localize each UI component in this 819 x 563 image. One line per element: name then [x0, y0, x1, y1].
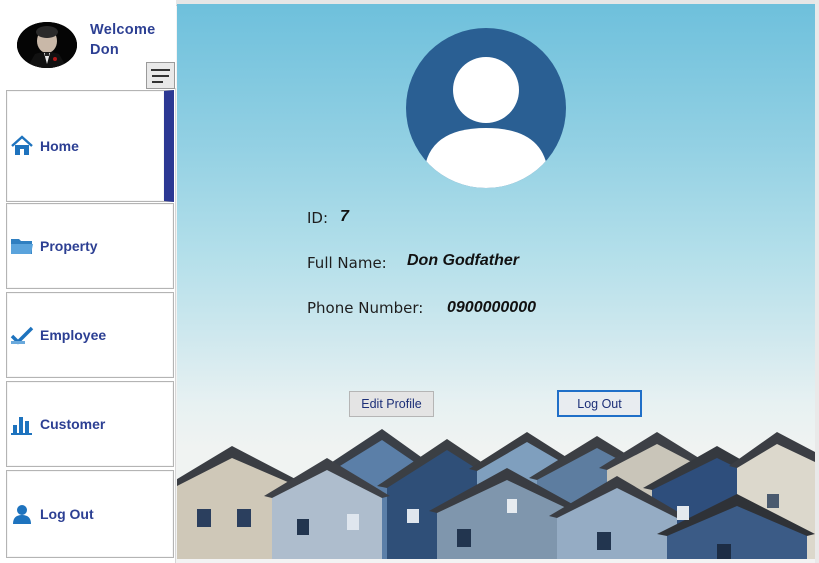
- id-label: ID:: [307, 209, 329, 227]
- home-icon: [10, 135, 34, 157]
- sidebar-item-property[interactable]: Property: [6, 203, 174, 289]
- sidebar: Welcome Don Home Property Employee Custo…: [0, 0, 176, 563]
- menu-line: [152, 80, 163, 83]
- full-name-label: Full Name:: [307, 254, 387, 272]
- hamburger-menu-button[interactable]: [146, 62, 175, 89]
- log-out-button[interactable]: Log Out: [557, 390, 642, 417]
- sidebar-item-label: Log Out: [40, 506, 94, 522]
- sidebar-profile-header: Welcome Don: [0, 0, 176, 89]
- user-icon: [10, 503, 34, 525]
- sidebar-item-label: Home: [40, 138, 79, 154]
- sidebar-item-employee[interactable]: Employee: [6, 292, 174, 378]
- phone-number-value: 0900000000: [447, 299, 536, 316]
- profile-panel: ID: 7 Full Name: Don Godfather Phone Num…: [177, 4, 815, 559]
- welcome-text: Welcome Don: [90, 20, 156, 60]
- sidebar-item-customer[interactable]: Customer: [6, 381, 174, 467]
- sidebar-item-label: Employee: [40, 327, 107, 343]
- phone-number-label: Phone Number:: [307, 299, 424, 317]
- menu-line: [151, 68, 170, 71]
- houses-background-image: [177, 429, 815, 559]
- full-name-value: Don Godfather: [407, 252, 519, 269]
- username-line: Don: [90, 42, 120, 58]
- sidebar-item-label: Property: [40, 238, 98, 254]
- welcome-line: Welcome: [90, 22, 156, 38]
- avatar-photo: [17, 22, 77, 68]
- user-avatar: [17, 22, 77, 68]
- menu-line: [152, 74, 169, 77]
- sidebar-item-home[interactable]: Home: [6, 90, 174, 202]
- bar-chart-icon: [10, 413, 34, 435]
- background-window-edge: [815, 0, 819, 563]
- checkmark-icon: [10, 324, 34, 346]
- sidebar-item-label: Customer: [40, 416, 106, 432]
- profile-avatar-icon: [406, 28, 566, 188]
- sidebar-item-logout[interactable]: Log Out: [6, 470, 174, 558]
- id-value: 7: [340, 208, 349, 225]
- folder-icon: [10, 235, 34, 257]
- edit-profile-button[interactable]: Edit Profile: [349, 391, 434, 417]
